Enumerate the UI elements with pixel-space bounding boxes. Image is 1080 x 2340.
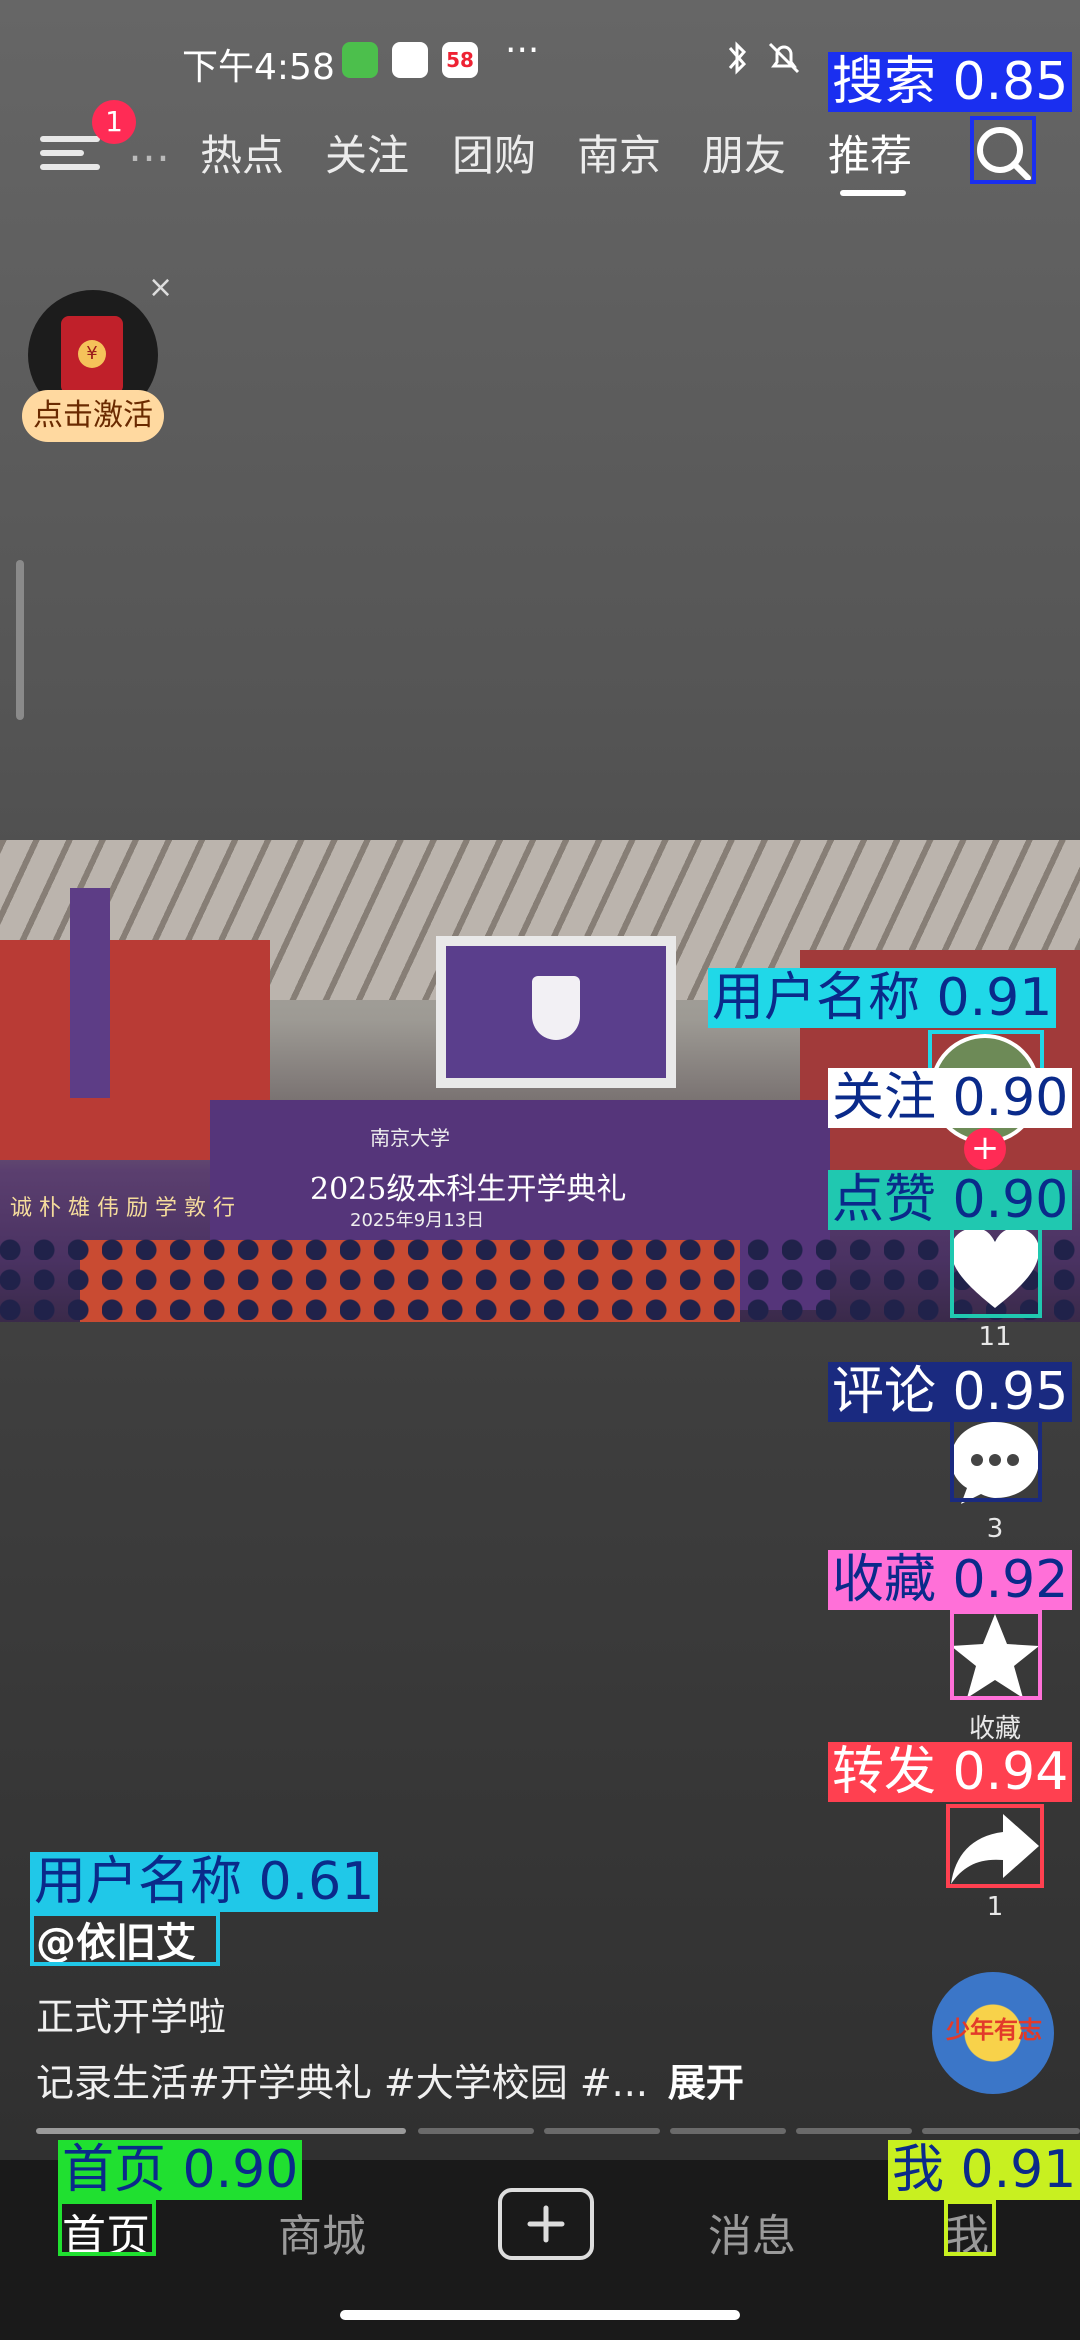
plus-icon (527, 2205, 565, 2243)
side-drawer-handle[interactable] (16, 560, 24, 720)
tab-recommend[interactable]: 推荐 (828, 122, 912, 183)
detection-box-username-bottom (30, 1912, 220, 1966)
detection-box-comment (950, 1416, 1042, 1502)
tab-hot[interactable]: 热点 (200, 122, 284, 183)
detection-box-home (58, 2200, 156, 2256)
more-notifications-icon: ··· (505, 30, 540, 71)
expand-caption-button[interactable]: 展开 (668, 2061, 744, 2105)
wall-slogan: 诚 朴 雄 伟 励 学 敦 行 (10, 1196, 235, 1221)
detection-label-share: 转发 0.94 (828, 1742, 1073, 1802)
university-crest-icon (532, 976, 580, 1040)
caption-line-1: 正式开学啦 (36, 1995, 227, 2039)
detection-box-search (970, 116, 1036, 184)
wechat-app-icon (342, 42, 378, 78)
favorite-label: 收藏 (968, 1714, 1021, 1744)
hanging-banner (70, 888, 110, 1098)
detection-label-search: 搜索 0.85 (828, 52, 1073, 112)
detection-box-like (950, 1222, 1042, 1318)
detection-box-me (944, 2200, 996, 2256)
coin-icon: ¥ (78, 340, 106, 368)
tab-friends[interactable]: 朋友 (702, 122, 786, 183)
stage-date: 2025年9月13日 (350, 1210, 485, 1231)
caption-hashtags[interactable]: 记录生活#开学典礼 #大学校园 #... (36, 2061, 648, 2105)
active-tab-indicator (840, 190, 906, 196)
follow-plus-button[interactable]: + (964, 1128, 1006, 1170)
share-count: 1 (986, 1892, 1004, 1922)
caption-line-2: 记录生活#开学典礼 #大学校园 #... 展开 (36, 2052, 744, 2107)
top-nav: 1 … 热点 关注 团购 南京 朋友 推荐 (0, 100, 1080, 210)
nav-mall[interactable]: 商城 (278, 2200, 366, 2264)
detection-label-username-bottom: 用户名称 0.61 (30, 1852, 379, 1912)
tab-following[interactable]: 关注 (325, 122, 409, 183)
like-count: 11 (978, 1322, 1012, 1352)
detection-label-me: 我 0.91 (888, 2140, 1080, 2200)
tab-partial[interactable]: … (128, 122, 170, 171)
home-indicator (340, 2310, 740, 2320)
red-packet-activate-button[interactable]: 点击激活 (22, 390, 164, 442)
status-time: 下午4:58 (182, 47, 335, 88)
detection-label-favorite: 收藏 0.92 (828, 1550, 1073, 1610)
app-58-icon: 58 (442, 42, 478, 78)
stage-screen (436, 936, 676, 1088)
detection-label-home: 首页 0.90 (58, 2140, 303, 2200)
cloud-app-icon (392, 42, 428, 78)
detection-label-comment: 评论 0.95 (828, 1362, 1073, 1422)
playlist-progress[interactable] (36, 2128, 1080, 2136)
tab-nanjing[interactable]: 南京 (577, 122, 661, 183)
music-disc-label: 少年有志 (946, 2016, 1042, 2044)
stage-title: 2025级本科生开学典礼 (310, 1172, 627, 1207)
comment-count: 3 (986, 1514, 1004, 1544)
detection-box-favorite (950, 1610, 1042, 1700)
detection-label-follow: 关注 0.90 (828, 1068, 1073, 1128)
detection-label-like: 点赞 0.90 (828, 1170, 1073, 1230)
detection-label-username-top: 用户名称 0.91 (708, 968, 1057, 1028)
bluetooth-icon (728, 41, 747, 75)
create-post-button[interactable] (498, 2188, 594, 2260)
menu-button[interactable] (40, 128, 100, 188)
mute-bell-icon (768, 42, 800, 74)
detection-box-share (946, 1804, 1044, 1888)
tab-group-buy[interactable]: 团购 (452, 122, 536, 183)
audience (0, 1230, 1080, 1322)
nav-messages[interactable]: 消息 (708, 2200, 796, 2264)
red-packet-close-icon[interactable]: × (148, 270, 173, 305)
stage-school: 南京大学 (370, 1126, 450, 1150)
